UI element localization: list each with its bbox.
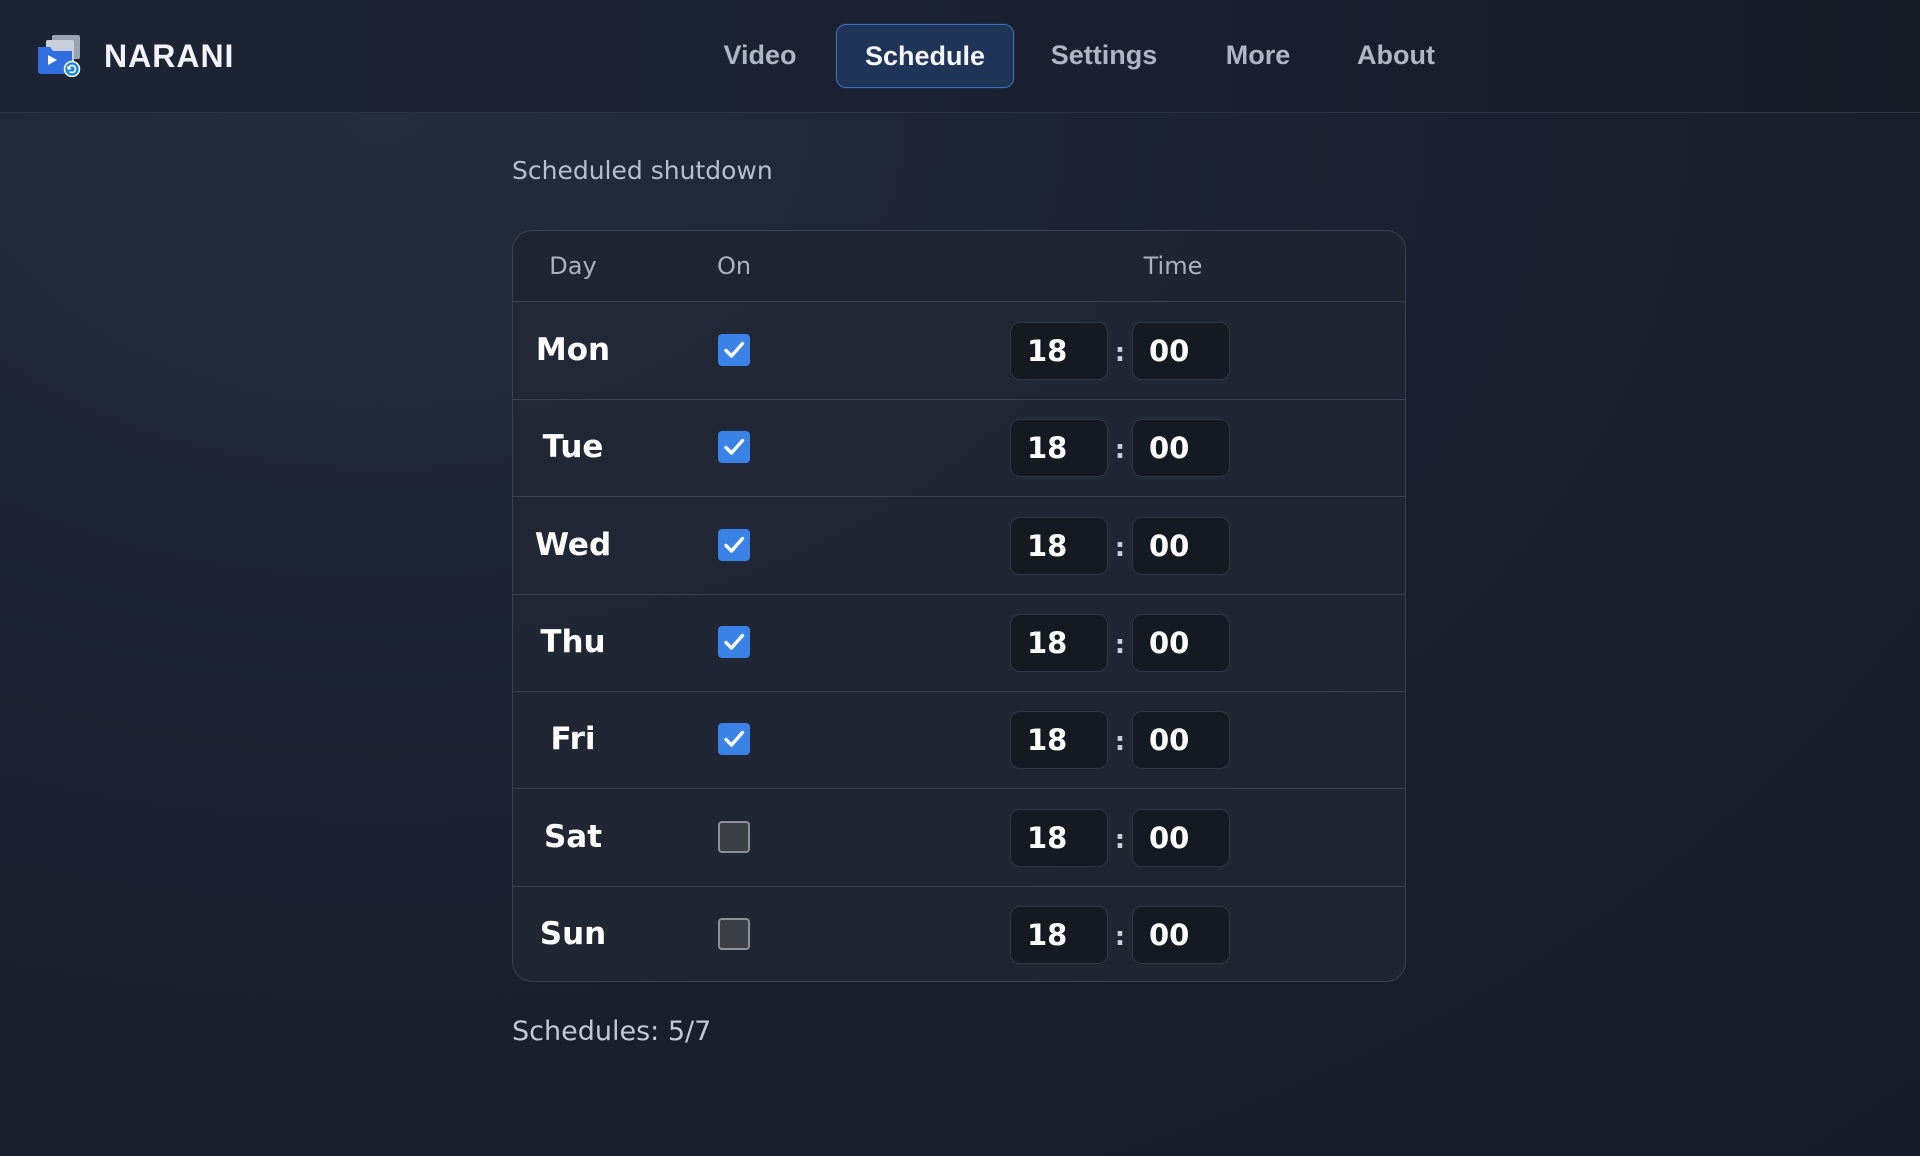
column-header-day: Day [549, 252, 597, 280]
minute-input[interactable]: 00 [1132, 322, 1230, 380]
time-separator: : [1114, 824, 1126, 855]
checkmark-icon [724, 439, 745, 455]
table-row: Mon 18:00 [513, 302, 1405, 400]
table-row: Sun 18:00 [513, 886, 1405, 981]
enabled-checkbox[interactable] [718, 723, 750, 756]
table-row: Thu 18:00 [513, 594, 1405, 692]
enabled-checkbox[interactable] [718, 820, 750, 853]
time-separator: : [1114, 338, 1126, 368]
day-label: Tue [542, 429, 604, 466]
checkmark-icon [724, 730, 745, 747]
minute-input[interactable]: 00 [1132, 516, 1230, 575]
minute-input[interactable]: 00 [1132, 613, 1230, 672]
table-row: Tue 18:00 [513, 399, 1405, 498]
minute-input[interactable]: 00 [1132, 808, 1230, 867]
schedule-table: Day On Time Mon 18:00 Tue 18:00 Wed 18:00 Thu 1… [512, 230, 1406, 982]
day-label: Sun [539, 915, 607, 952]
hour-input[interactable]: 18 [1010, 516, 1108, 575]
hour-input[interactable]: 18 [1010, 322, 1108, 380]
day-label: Thu [540, 623, 606, 660]
schedule-summary: Schedules: 5/7 [512, 1016, 712, 1047]
main-nav: Video Schedule Settings More About [0, 24, 1920, 88]
table-row: Fri 18:00 [513, 691, 1405, 790]
day-label: Fri [550, 721, 596, 758]
enabled-checkbox[interactable] [718, 431, 750, 464]
table-header: Day On Time [513, 231, 1405, 302]
hour-input[interactable]: 18 [1010, 808, 1108, 867]
enabled-checkbox[interactable] [718, 334, 750, 366]
time-separator: : [1114, 629, 1126, 660]
table-row: Wed 18:00 [513, 497, 1405, 595]
time-separator: : [1114, 435, 1126, 466]
minute-input[interactable]: 00 [1132, 905, 1230, 964]
day-label: Mon [535, 332, 611, 368]
tab-video[interactable]: Video [704, 24, 816, 86]
enabled-checkbox[interactable] [718, 625, 750, 658]
column-header-time: Time [1143, 252, 1203, 280]
day-label: Sat [543, 818, 603, 855]
checkmark-icon [724, 536, 745, 553]
section-title: Scheduled shutdown [512, 156, 773, 185]
enabled-checkbox[interactable] [718, 528, 750, 561]
minute-input[interactable]: 00 [1132, 419, 1230, 478]
hour-input[interactable]: 18 [1010, 419, 1108, 478]
tab-schedule[interactable]: Schedule [836, 24, 1014, 88]
tab-about[interactable]: About [1340, 24, 1452, 86]
enabled-checkbox[interactable] [718, 917, 750, 950]
time-separator: : [1114, 727, 1126, 758]
hour-input[interactable]: 18 [1010, 613, 1108, 672]
minute-input[interactable]: 00 [1132, 711, 1230, 770]
time-separator: : [1114, 921, 1126, 952]
time-separator: : [1114, 532, 1126, 563]
tab-more[interactable]: More [1208, 24, 1308, 86]
checkmark-icon [724, 341, 745, 358]
hour-input[interactable]: 18 [1010, 905, 1108, 964]
table-row: Sat 18:00 [513, 789, 1405, 887]
checkmark-icon [724, 633, 745, 650]
top-bar: NARANI Video Schedule Settings More Abou… [0, 0, 1920, 113]
day-label: Wed [534, 526, 612, 563]
tab-settings[interactable]: Settings [1036, 24, 1172, 86]
column-header-on: On [716, 252, 752, 280]
hour-input[interactable]: 18 [1010, 711, 1108, 770]
